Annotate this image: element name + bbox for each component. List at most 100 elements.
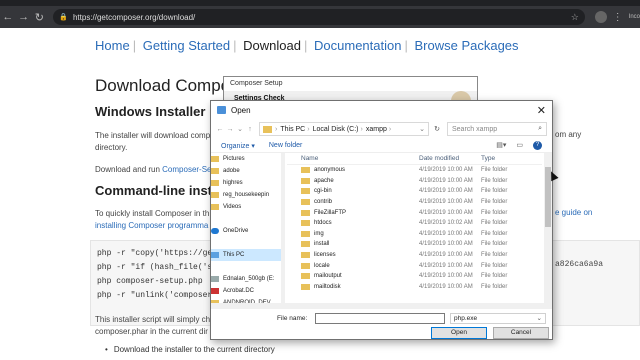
search-input[interactable]: Search xampp ⌕ bbox=[447, 122, 547, 136]
nav-pane-scrollbar[interactable] bbox=[281, 153, 285, 303]
breadcrumb-item[interactable]: This PC bbox=[280, 126, 305, 133]
cli-heading: Command-line insta bbox=[95, 183, 220, 198]
nav-download[interactable]: Download bbox=[243, 38, 301, 53]
nav-pane-item[interactable]: highres bbox=[211, 177, 284, 189]
nav-pane-item[interactable] bbox=[211, 261, 284, 273]
file-name-cell: anonymous bbox=[287, 167, 419, 174]
folder-icon bbox=[301, 273, 310, 280]
file-name: FileZillaFTP bbox=[314, 209, 347, 216]
folder-icon bbox=[301, 167, 310, 174]
file-date: 4/19/2019 10:00 AM bbox=[419, 262, 473, 269]
open-button[interactable]: Open bbox=[431, 327, 487, 339]
folder-icon bbox=[301, 199, 310, 206]
refresh-icon[interactable]: ↻ bbox=[431, 125, 443, 133]
file-row[interactable]: cgi-bin 4/19/2019 10:00 AM File folder bbox=[287, 186, 542, 197]
file-name-input[interactable] bbox=[315, 312, 446, 324]
horizontal-scrollbar[interactable] bbox=[211, 303, 552, 309]
profile-avatar[interactable] bbox=[594, 11, 607, 23]
view-options-icon[interactable]: ▤▾ bbox=[496, 141, 506, 150]
nav-pane-item[interactable]: Pictures bbox=[211, 153, 284, 165]
nav-home[interactable]: Home bbox=[95, 38, 130, 53]
file-name-cell: mailoutput bbox=[287, 273, 419, 280]
composer-setup-link[interactable]: Composer-Se bbox=[162, 165, 211, 174]
folder-icon bbox=[211, 192, 219, 198]
file-name-cell: FileZillaFTP bbox=[287, 209, 419, 216]
file-row[interactable]: htdocs 4/19/2019 10:02 AM File folder bbox=[287, 218, 542, 229]
file-row[interactable]: licenses 4/19/2019 10:00 AM File folder bbox=[287, 250, 542, 261]
menu-dots-icon[interactable]: ⋮ bbox=[613, 12, 623, 23]
file-name: contrib bbox=[314, 199, 333, 206]
url-bar[interactable]: 🔒 https://getcomposer.org/download/ ☆ bbox=[53, 9, 585, 25]
guide-link[interactable]: e guide on bbox=[555, 208, 592, 217]
organize-button[interactable]: Organize ▾ bbox=[221, 142, 255, 150]
nav-pane-item-label: Pictures bbox=[223, 156, 245, 162]
forward-icon[interactable]: → bbox=[16, 11, 32, 23]
column-date-modified[interactable]: Date modified bbox=[419, 155, 481, 162]
up-arrow-icon[interactable]: ↑ bbox=[245, 126, 255, 133]
file-type: File folder bbox=[481, 177, 508, 184]
nav-pane-item[interactable]: Acrobat.DC bbox=[211, 285, 284, 297]
file-row[interactable]: locale 4/19/2019 10:00 AM File folder bbox=[287, 260, 542, 271]
file-row[interactable]: mailtodisk 4/19/2019 10:00 AM File folder bbox=[287, 282, 542, 293]
forward-arrow-icon[interactable]: → bbox=[225, 126, 235, 133]
nav-pane-item[interactable]: OneDrive bbox=[211, 225, 284, 237]
nav-browse-packages[interactable]: Browse Packages bbox=[414, 38, 518, 53]
file-type: File folder bbox=[481, 220, 508, 227]
help-icon[interactable]: ? bbox=[533, 141, 542, 150]
file-row[interactable]: apache 4/19/2019 10:00 AM File folder bbox=[287, 176, 542, 187]
file-type-select[interactable]: php.exe ⌄ bbox=[450, 312, 546, 324]
nav-documentation[interactable]: Documentation bbox=[314, 38, 401, 53]
folder-icon bbox=[211, 180, 219, 186]
file-row[interactable]: install 4/19/2019 10:00 AM File folder bbox=[287, 239, 542, 250]
pdf-icon bbox=[211, 288, 219, 294]
nav-pane-item[interactable]: This PC bbox=[211, 249, 284, 261]
breadcrumb[interactable]: › This PC › Local Disk (C:) › xampp › ⌄ bbox=[259, 122, 429, 136]
bookmark-star-icon[interactable]: ☆ bbox=[571, 12, 579, 23]
breadcrumb-item[interactable]: Local Disk (C:) bbox=[313, 126, 359, 133]
back-arrow-icon[interactable]: ← bbox=[215, 126, 225, 133]
nav-pane-item[interactable]: Ednalan_500gb (E: bbox=[211, 273, 284, 285]
chevron-down-icon: ⌄ bbox=[536, 315, 542, 322]
dialog-app-icon bbox=[217, 106, 226, 114]
file-name: install bbox=[314, 241, 330, 248]
nav-pane-item[interactable]: reg_housekeepin bbox=[211, 189, 284, 201]
close-icon[interactable]: ✕ bbox=[537, 104, 546, 117]
file-name: mailoutput bbox=[314, 273, 342, 280]
drive-icon bbox=[211, 276, 219, 282]
open-file-dialog: Open ✕ ← → ⌄ ↑ › This PC › Local Disk (C:… bbox=[210, 100, 553, 340]
file-date: 4/19/2019 10:00 AM bbox=[419, 283, 473, 290]
dialog-buttons: Open Cancel bbox=[211, 327, 552, 339]
cancel-button[interactable]: Cancel bbox=[493, 327, 549, 339]
folder-icon bbox=[211, 156, 219, 162]
onedrive-icon bbox=[211, 228, 219, 234]
file-row[interactable]: mailoutput 4/19/2019 10:00 AM File folder bbox=[287, 271, 542, 282]
nav-pane-item[interactable]: Videos bbox=[211, 201, 284, 213]
nav-pane-item[interactable]: adobe bbox=[211, 165, 284, 177]
file-name-cell: htdocs bbox=[287, 220, 419, 227]
column-name[interactable]: Name bbox=[287, 155, 419, 162]
file-type-value: php.exe bbox=[454, 314, 478, 322]
nav-pane-item-label: OneDrive bbox=[223, 228, 249, 234]
file-row[interactable]: FileZillaFTP 4/19/2019 10:00 AM File folde… bbox=[287, 207, 542, 218]
file-row[interactable]: img 4/19/2019 10:00 AM File folder bbox=[287, 229, 542, 240]
dialog-titlebar: Open ✕ bbox=[211, 101, 552, 119]
file-row[interactable]: anonymous 4/19/2019 10:00 AM File folder bbox=[287, 165, 542, 176]
nav-getting-started[interactable]: Getting Started bbox=[143, 38, 230, 53]
search-placeholder: Search xampp bbox=[452, 125, 498, 133]
back-icon[interactable]: ← bbox=[0, 11, 16, 23]
reload-icon[interactable]: ↻ bbox=[32, 11, 48, 24]
file-row[interactable]: contrib 4/19/2019 10:00 AM File folder bbox=[287, 197, 542, 208]
recent-dropdown-icon[interactable]: ⌄ bbox=[235, 125, 245, 133]
list-item: Download the installer to the current di… bbox=[105, 345, 275, 354]
nav-pane-item[interactable] bbox=[211, 213, 284, 225]
column-type[interactable]: Type bbox=[481, 155, 495, 162]
chevron-down-icon[interactable]: ⌄ bbox=[419, 125, 428, 133]
dialog-toolbar: Organize ▾ New folder ▤▾ ▭ ? bbox=[211, 139, 552, 153]
url-text: https://getcomposer.org/download/ bbox=[72, 12, 196, 22]
file-name-cell: mailtodisk bbox=[287, 283, 419, 290]
breadcrumb-item[interactable]: xampp bbox=[366, 126, 387, 133]
preview-pane-icon[interactable]: ▭ bbox=[516, 141, 523, 150]
folder-icon bbox=[211, 168, 219, 174]
new-folder-button[interactable]: New folder bbox=[269, 142, 302, 149]
nav-pane-item[interactable] bbox=[211, 237, 284, 249]
